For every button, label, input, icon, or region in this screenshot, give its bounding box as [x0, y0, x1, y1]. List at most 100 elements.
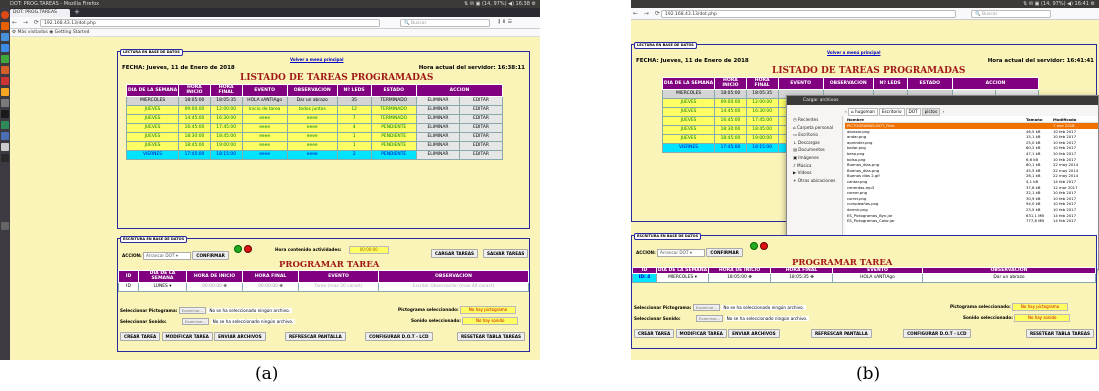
arduino-icon[interactable]	[1, 110, 9, 118]
editar-button[interactable]: EDITAR	[458, 113, 504, 124]
eliminar-button[interactable]: ELIMINAR	[415, 104, 460, 115]
search-bar-b[interactable]: 🔍 Buscar	[971, 10, 1051, 18]
eliminar-button[interactable]: ELIMINAR	[415, 131, 460, 142]
evento-input-b[interactable]: HOLA sANTIAgo	[832, 273, 923, 284]
back-icon[interactable]: ‹	[845, 109, 847, 114]
app-icon[interactable]	[1, 121, 9, 129]
place-musica[interactable]: ♪ Música	[787, 162, 842, 170]
editar-button[interactable]: EDITAR	[458, 122, 504, 133]
trash-icon[interactable]	[1, 222, 9, 230]
time-spinner-icon[interactable]: ✥	[748, 275, 752, 280]
dia-select-b[interactable]: MIERCOLES ▾	[656, 273, 709, 284]
editar-button[interactable]: EDITAR	[458, 140, 504, 151]
editar-button[interactable]: EDITAR	[458, 104, 504, 115]
eliminar-button[interactable]: ELIMINAR	[415, 140, 460, 151]
refrescar-button-b[interactable]: REFRESCAR PANTALLA	[810, 329, 872, 338]
time-spinner-icon[interactable]: ✥	[279, 284, 283, 289]
calc-icon[interactable]	[1, 55, 9, 63]
place-home[interactable]: ⌂ Carpeta personal	[787, 124, 842, 132]
salvar-tareas-button[interactable]: SALVAR TAREAS	[483, 249, 529, 258]
nav-buttons-b[interactable]: ← → ⟳	[633, 10, 662, 17]
place-imagenes[interactable]: ▣ Imágenes	[787, 154, 842, 162]
url-bar-b[interactable]: 192.168.43.13/dot.php	[661, 10, 956, 18]
place-otras[interactable]: + Otras ubicaciones	[787, 177, 842, 185]
examinar-pictograma-button[interactable]: Examinar...	[178, 307, 206, 314]
enviar-archivos-button[interactable]: ENVIAR ARCHIVOS	[214, 332, 266, 341]
resetear-button[interactable]: RESETEAR TABLA TAREAS	[456, 332, 525, 341]
examinar-sonido-button-b[interactable]: Examinar...	[695, 315, 724, 322]
firefox-icon[interactable]	[1, 22, 9, 30]
place-documentos[interactable]: ▤ Documentos	[787, 146, 842, 154]
toolbar-icons[interactable]: ⫼ ⬇ ☰	[498, 19, 512, 25]
path-escritorio[interactable]: Escritorio	[878, 108, 905, 116]
file-row[interactable]: ES_Pictogramas_Color.jar 777,8 MB 14 feb 2…	[845, 218, 1098, 224]
accion-select-b[interactable]: Arrancar DOT ▾	[657, 249, 706, 257]
configurar-button[interactable]: CONFIGURAR D.O.T - LCD	[365, 332, 433, 341]
inicio-time-input[interactable]: 00:00:00 ✥	[186, 281, 243, 292]
dia-select[interactable]: LUNES ▾	[138, 281, 187, 292]
editar-button[interactable]: EDITAR	[458, 131, 504, 142]
ubuntu-logo-icon[interactable]	[1, 11, 9, 19]
refrescar-button[interactable]: REFRESCAR PANTALLA	[284, 332, 346, 341]
inicio-time-input-b[interactable]: 18:05:00 ✥	[708, 273, 771, 284]
pictograma-label: Seleccionar Pictograma:	[120, 308, 178, 313]
modificar-tarea-button-b[interactable]: MODIFICAR TAREA	[675, 329, 727, 338]
confirmar-button[interactable]: CONFIRMAR	[192, 251, 229, 260]
sonido-file-status-b: No se ha seleccionado ningún archivo.	[724, 316, 810, 321]
accion-select[interactable]: Arrancar DOT ▾	[143, 252, 192, 260]
confirmar-button-b[interactable]: CONFIRMAR	[706, 248, 743, 257]
url-bar[interactable]: 192.168.43.13/dot.php	[40, 19, 380, 27]
impress-icon[interactable]	[1, 66, 9, 74]
menu-link[interactable]: Volver a menú principal	[290, 57, 343, 62]
editor-icon[interactable]	[1, 132, 9, 140]
place-escritorio[interactable]: ▭ Escritorio	[787, 131, 842, 139]
amazon-icon[interactable]	[1, 88, 9, 96]
resetear-button-b[interactable]: RESETEAR TABLA TAREAS	[1025, 329, 1094, 338]
search-bar[interactable]: 🔍 Buscar	[400, 19, 490, 27]
final-time-input-b[interactable]: 18:05:35 ✥	[770, 273, 833, 284]
browser-tab[interactable]: DOT: PROG.TAREAS	[10, 9, 70, 17]
new-tab-icon[interactable]: +	[74, 8, 80, 17]
settings-icon[interactable]	[1, 99, 9, 107]
terminal-icon[interactable]	[1, 154, 9, 162]
path-dot[interactable]: DOT	[905, 108, 921, 116]
editar-button[interactable]: EDITAR	[458, 149, 504, 160]
col-tamano[interactable]: Tamaño	[1026, 116, 1043, 123]
final-time-input[interactable]: 00:00:00 ✥	[242, 281, 299, 292]
path-pictos[interactable]: pictos	[921, 108, 941, 116]
place-videos[interactable]: ▶ Vídeos	[787, 169, 842, 177]
time-spinner-icon[interactable]: ✥	[810, 275, 814, 280]
modificar-tarea-button[interactable]: MODIFICAR TAREA	[161, 332, 213, 341]
cargar-tareas-button[interactable]: CARGAR TAREAS	[431, 249, 479, 258]
system-tray-b[interactable]: ⇅ ✉ ▣ (14, 97%) ◀) 16:41 ⚙	[1023, 0, 1095, 8]
menu-link-b[interactable]: Volver a menú principal	[827, 50, 880, 55]
eliminar-button[interactable]: ELIMINAR	[415, 95, 460, 106]
eliminar-button[interactable]: ELIMINAR	[415, 122, 460, 133]
examinar-pictograma-button-b[interactable]: Examinar...	[692, 304, 720, 311]
observacion-input-b[interactable]: Dar un abrazo	[922, 273, 1096, 284]
writer-icon[interactable]	[1, 44, 9, 52]
configurar-button-b[interactable]: CONFIGURAR D.O.T - LCD	[903, 329, 971, 338]
crear-tarea-button[interactable]: CREAR TAREA	[120, 332, 161, 341]
col-modificado[interactable]: Modificado	[1053, 116, 1076, 123]
path-home[interactable]: ⌂ hugoman	[848, 108, 878, 116]
crear-tarea-button-b[interactable]: CREAR TAREA	[634, 329, 675, 338]
evento-input[interactable]: Tarea (max 20 caract)	[298, 281, 379, 292]
app2-icon[interactable]	[1, 143, 9, 151]
bookmarks-text[interactable]: ⚙ Más visitados ◉ Getting Started	[12, 30, 89, 35]
place-descargas[interactable]: ↓ Descargas	[787, 139, 842, 147]
software-icon[interactable]	[1, 77, 9, 85]
system-tray[interactable]: ⇅ ✉ ▣ (14, 97%) ◀) 16:38 ⚙	[464, 0, 536, 8]
editar-button[interactable]: EDITAR	[458, 95, 504, 106]
forward-icon[interactable]: ›	[942, 109, 944, 114]
observacion-input[interactable]: Escribir Observación (max 40 caract)	[378, 281, 529, 292]
col-nombre[interactable]: Nombre	[847, 116, 864, 123]
examinar-sonido-button[interactable]: Examinar...	[181, 318, 210, 325]
eliminar-button[interactable]: ELIMINAR	[415, 149, 460, 160]
files-icon[interactable]	[1, 33, 9, 41]
enviar-archivos-button-b[interactable]: ENVIAR ARCHIVOS	[728, 329, 780, 338]
place-recientes[interactable]: ◷ Recientes	[787, 116, 842, 124]
eliminar-button[interactable]: ELIMINAR	[415, 113, 460, 124]
time-spinner-icon[interactable]: ✥	[223, 284, 227, 289]
cell-leds: 7	[336, 113, 372, 124]
